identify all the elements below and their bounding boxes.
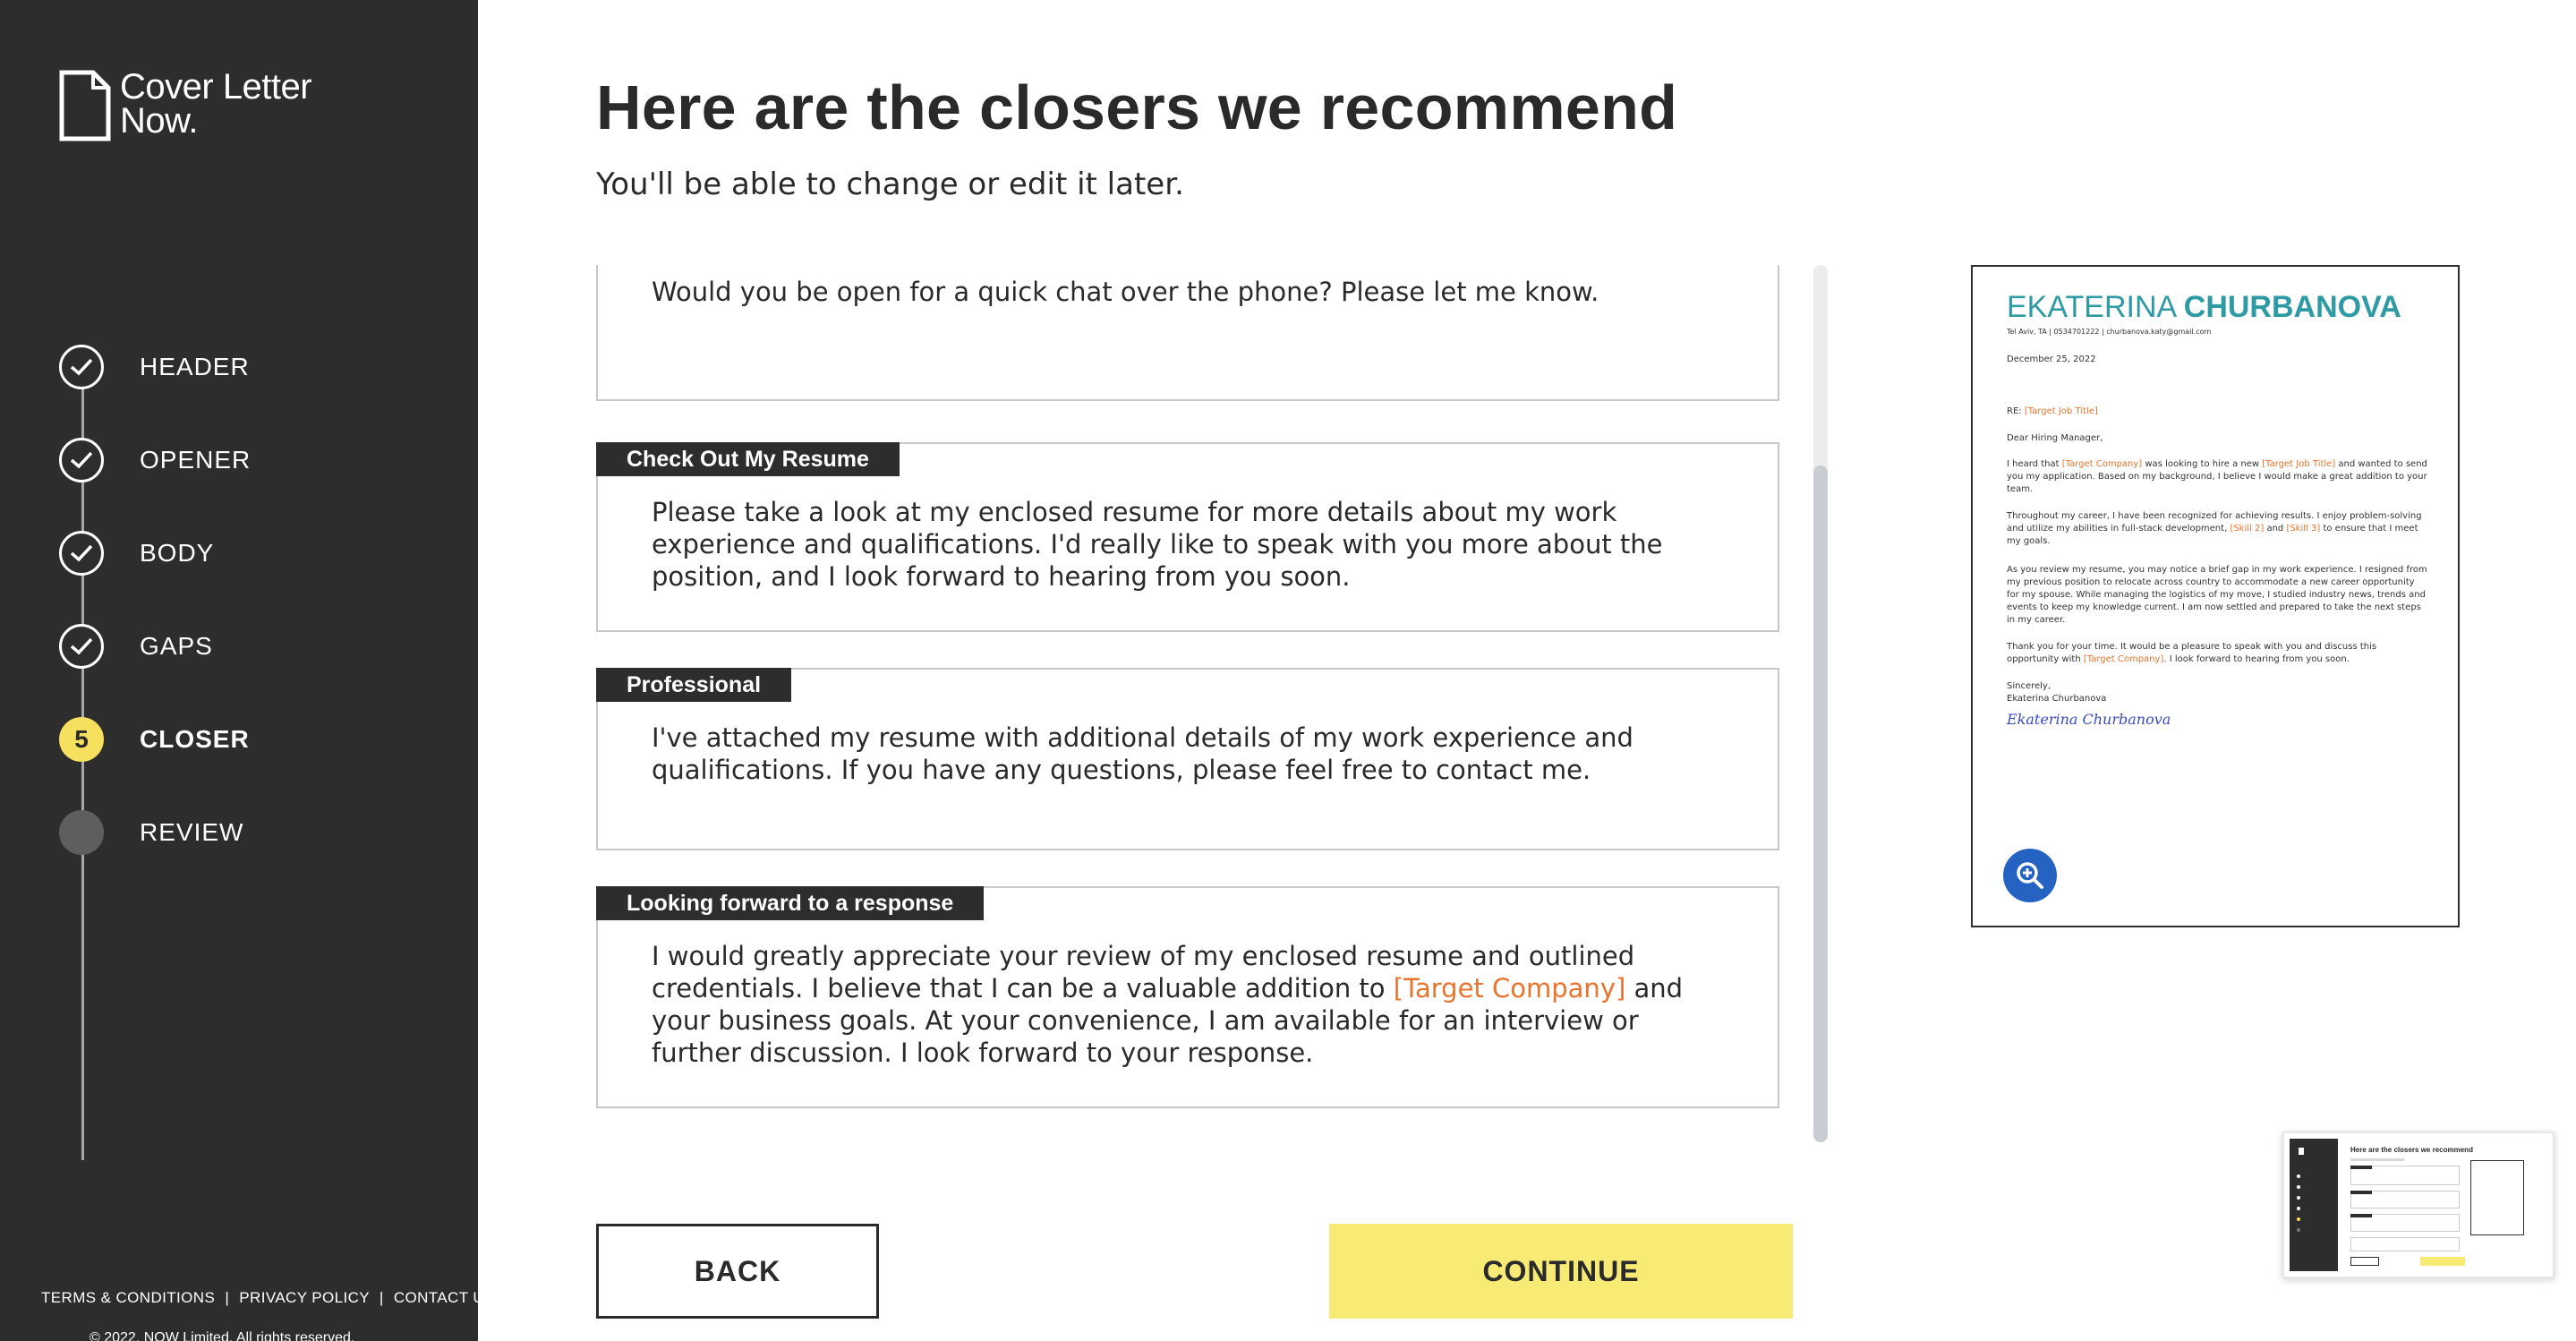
document-icon	[59, 70, 111, 141]
closer-tag: Check Out My Resume	[596, 442, 900, 476]
closer-card[interactable]: Looking forward to a response I would gr…	[596, 886, 1779, 1108]
preview-closing-word: Sincerely,	[2007, 681, 2051, 691]
check-icon	[59, 531, 104, 576]
preview-paragraph-2: Throughout my career, I have been recogn…	[2007, 510, 2427, 548]
closer-text: I've attached my resume with additional …	[652, 722, 1633, 785]
thumbnail-step-dot	[2297, 1174, 2300, 1178]
placeholder-highlight: [Target Company]	[1393, 973, 1626, 1004]
footer-links: TERMS & CONDITIONS | PRIVACY POLICY | CO…	[41, 1289, 495, 1307]
closer-text: I would greatly appreciate your review o…	[652, 940, 1724, 1069]
terms-link[interactable]: TERMS & CONDITIONS	[41, 1289, 215, 1306]
footer-separator: |	[379, 1289, 384, 1306]
thumbnail-step-dot	[2297, 1207, 2300, 1210]
sidebar: Cover Letter Now. HEADER OPENER BODY GAP…	[0, 0, 494, 1341]
page-thumbnail[interactable]: Here are the closers we recommend	[2282, 1132, 2555, 1278]
preview-last-name: CHURBANOVA	[2183, 290, 2401, 324]
closer-text: Would you be open for a quick chat over …	[652, 277, 1599, 307]
thumbnail-back-button	[2350, 1257, 2379, 1266]
thumbnail-card-tag	[2350, 1166, 2372, 1169]
thumbnail-step-dot	[2297, 1185, 2300, 1189]
step-closer[interactable]: 5 CLOSER	[59, 717, 251, 762]
preview-paragraph-1: I heard that [Target Company] was lookin…	[2007, 458, 2427, 496]
preview-paragraph-3: As you review my resume, you may notice …	[2007, 565, 2427, 625]
thumbnail-card-tag	[2350, 1191, 2372, 1194]
step-gaps[interactable]: GAPS	[59, 624, 251, 669]
continue-button[interactable]: CONTINUE	[1329, 1224, 1793, 1319]
letter-preview[interactable]: EKATERINA CHURBANOVA Tel Aviv, TA | 0534…	[1971, 265, 2460, 927]
closer-tag: Professional	[596, 668, 792, 702]
step-review[interactable]: REVIEW	[59, 810, 251, 855]
thumbnail-subtitle	[2350, 1158, 2404, 1161]
brand-name: Cover Letter Now.	[120, 67, 312, 141]
thumbnail-logo	[2299, 1148, 2304, 1155]
closer-card[interactable]: Professional I've attached my resume wit…	[596, 668, 1779, 850]
thumbnail-title: Here are the closers we recommend	[2350, 1146, 2473, 1154]
steps-connector-line	[81, 372, 84, 1160]
preview-text: and	[2264, 524, 2287, 534]
preview-contact: Tel Aviv, TA | 0534701222 | churbanova.k…	[2007, 328, 2212, 336]
thumbnail-step-dot	[2297, 1217, 2300, 1221]
preview-paragraph-4: Thank you for your time. It would be a p…	[2007, 641, 2427, 666]
step-body[interactable]: BODY	[59, 531, 251, 576]
preview-closing: Sincerely, Ekaterina Churbanova	[2007, 680, 2427, 705]
thumbnail-preview	[2470, 1160, 2524, 1235]
page-title: Here are the closers we recommend	[596, 73, 1678, 142]
check-icon	[59, 438, 104, 483]
step-header[interactable]: HEADER	[59, 345, 251, 389]
back-button[interactable]: BACK	[596, 1224, 879, 1319]
thumbnail-step-dot	[2297, 1228, 2300, 1232]
step-label: OPENER	[140, 446, 252, 474]
step-label: GAPS	[140, 632, 213, 660]
preview-signer: Ekaterina Churbanova	[2007, 694, 2107, 704]
preview-text: was looking to hire a new	[2142, 459, 2263, 469]
preview-first-name: EKATERINA	[2007, 290, 2176, 324]
preview-signature: Ekaterina Churbanova	[2007, 711, 2171, 728]
closer-card[interactable]: Check Out My Resume Please take a look a…	[596, 442, 1779, 632]
list-scrollbar[interactable]	[1813, 265, 1828, 1142]
preview-re-value: [Target Job Title]	[2024, 406, 2098, 416]
preview-highlight: [Target Company]	[2061, 459, 2143, 469]
progress-steps: HEADER OPENER BODY GAPS 5 CLOSER REVIEW	[59, 345, 252, 1160]
preview-date: December 25, 2022	[2007, 354, 2096, 364]
check-icon	[59, 345, 104, 389]
step-label: BODY	[140, 539, 215, 567]
zoom-in-button[interactable]	[2003, 849, 2057, 902]
check-icon	[59, 624, 104, 669]
thumbnail-card-tag	[2350, 1214, 2372, 1217]
thumbnail-continue-button	[2420, 1257, 2465, 1266]
preview-name: EKATERINA CHURBANOVA	[2007, 290, 2401, 325]
preview-highlight: [Skill 3]	[2286, 524, 2321, 534]
pending-dot-icon	[59, 810, 104, 855]
step-opener[interactable]: OPENER	[59, 438, 252, 483]
page-subtitle: You'll be able to change or edit it late…	[596, 167, 1184, 202]
step-label: CLOSER	[140, 725, 250, 753]
preview-re: RE: [Target Job Title]	[2007, 406, 2098, 416]
preview-highlight: [Target Job Title]	[2262, 459, 2336, 469]
brand-logo[interactable]: Cover Letter Now.	[59, 67, 312, 141]
zoom-in-icon	[2017, 862, 2043, 889]
scrollbar-thumb[interactable]	[1813, 466, 1828, 1142]
preview-highlight: [Skill 2]	[2230, 524, 2265, 534]
step-number-badge: 5	[59, 717, 104, 762]
closers-list: Would you be open for a quick chat over …	[596, 265, 1779, 1117]
preview-greeting: Dear Hiring Manager,	[2007, 433, 2103, 443]
preview-re-label: RE:	[2007, 406, 2022, 416]
closer-tag: Looking forward to a response	[596, 886, 985, 920]
thumbnail-step-dot	[2297, 1196, 2300, 1200]
brand-line-1: Cover Letter	[120, 67, 312, 107]
closer-text: Please take a look at my enclosed resume…	[652, 497, 1663, 592]
thumbnail-card	[2350, 1237, 2460, 1251]
step-label: REVIEW	[140, 818, 244, 846]
privacy-link[interactable]: PRIVACY POLICY	[239, 1289, 369, 1306]
preview-text: . I look forward to hearing from you soo…	[2163, 654, 2350, 664]
brand-line-2: Now.	[120, 101, 198, 141]
closer-card[interactable]: Would you be open for a quick chat over …	[596, 265, 1779, 401]
footer-separator: |	[225, 1289, 230, 1306]
copyright: © 2022, NOW Limited. All rights reserved…	[90, 1330, 355, 1341]
preview-text: I heard that	[2007, 459, 2062, 469]
thumbnail-sidebar	[2290, 1139, 2338, 1271]
step-label: HEADER	[140, 353, 250, 380]
preview-highlight: [Target Company]	[2083, 654, 2164, 664]
contact-link[interactable]: CONTACT US	[394, 1289, 495, 1306]
